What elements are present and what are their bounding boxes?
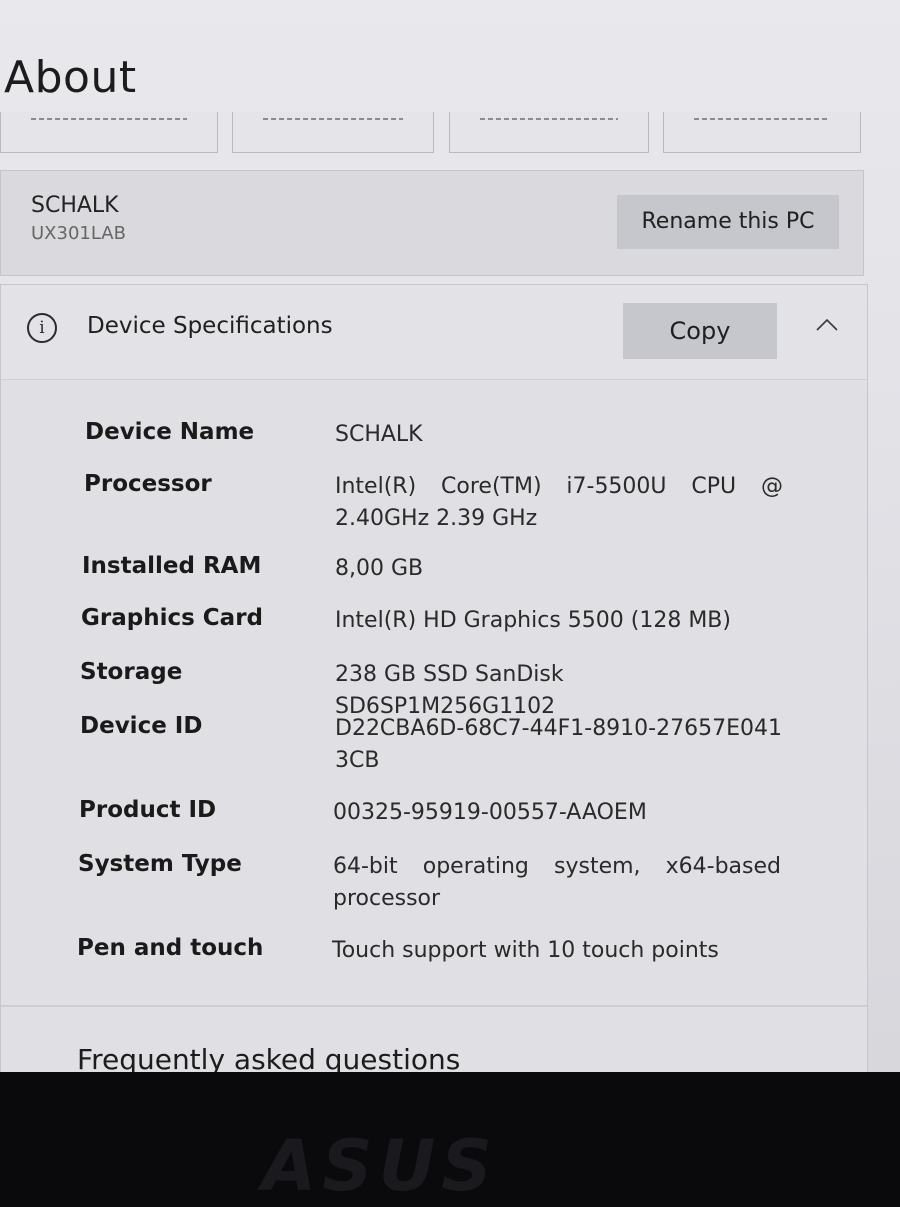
settings-tile[interactable] (449, 112, 649, 153)
spec-label: Installed RAM (82, 553, 262, 579)
spec-value: Touch support with 10 touch points (332, 938, 719, 963)
spec-label: Storage (80, 659, 183, 685)
pc-model: UX301LAB (31, 223, 126, 244)
chevron-up-icon[interactable] (815, 317, 839, 333)
rename-pc-button[interactable]: Rename this PC (617, 195, 839, 249)
copy-button[interactable]: Copy (623, 303, 777, 359)
spec-value: Intel(R) Core(TM) i7-5500U CPU @ 2.40GHz… (335, 474, 783, 531)
spec-value: D22CBA6D-68C7-44F1-8910-27657E0413CB (335, 716, 782, 773)
spec-label: System Type (78, 851, 242, 877)
settings-tile[interactable] (232, 112, 434, 153)
related-settings-tiles (0, 112, 900, 158)
spec-value: 00325-95919-00557-AAOEM (333, 800, 647, 825)
spec-label: Device Name (85, 419, 255, 445)
spec-value: 8,00 GB (335, 556, 424, 581)
settings-tile[interactable] (0, 112, 218, 153)
settings-window: About SCHALK UX301LAB Rename this PC i D… (0, 0, 900, 1072)
pc-name-card: SCHALK UX301LAB Rename this PC (0, 170, 864, 276)
spec-value: SCHALK (335, 422, 423, 447)
faq-title[interactable]: Frequently asked questions (77, 1043, 460, 1072)
info-icon: i (27, 313, 57, 343)
spec-label: Device ID (80, 713, 203, 739)
device-specifications-header[interactable]: i Device Specifications Copy (1, 285, 867, 380)
spec-label: Pen and touch (77, 935, 264, 961)
spec-label: Graphics Card (81, 605, 264, 631)
device-specifications-card: i Device Specifications Copy Device Name… (0, 284, 868, 1072)
device-specifications-title: Device Specifications (87, 313, 333, 339)
spec-value: Intel(R) HD Graphics 5500 (128 MB) (335, 608, 731, 633)
pc-name: SCHALK (31, 193, 119, 218)
spec-label: Product ID (79, 797, 217, 823)
settings-tile[interactable] (663, 112, 861, 153)
divider (1, 1005, 867, 1007)
brand-logo: ASUS (262, 1125, 498, 1207)
spec-label: Processor (84, 471, 212, 497)
spec-value: 64-bit operating system, x64-based proce… (333, 854, 781, 911)
page-title: About (4, 52, 137, 103)
